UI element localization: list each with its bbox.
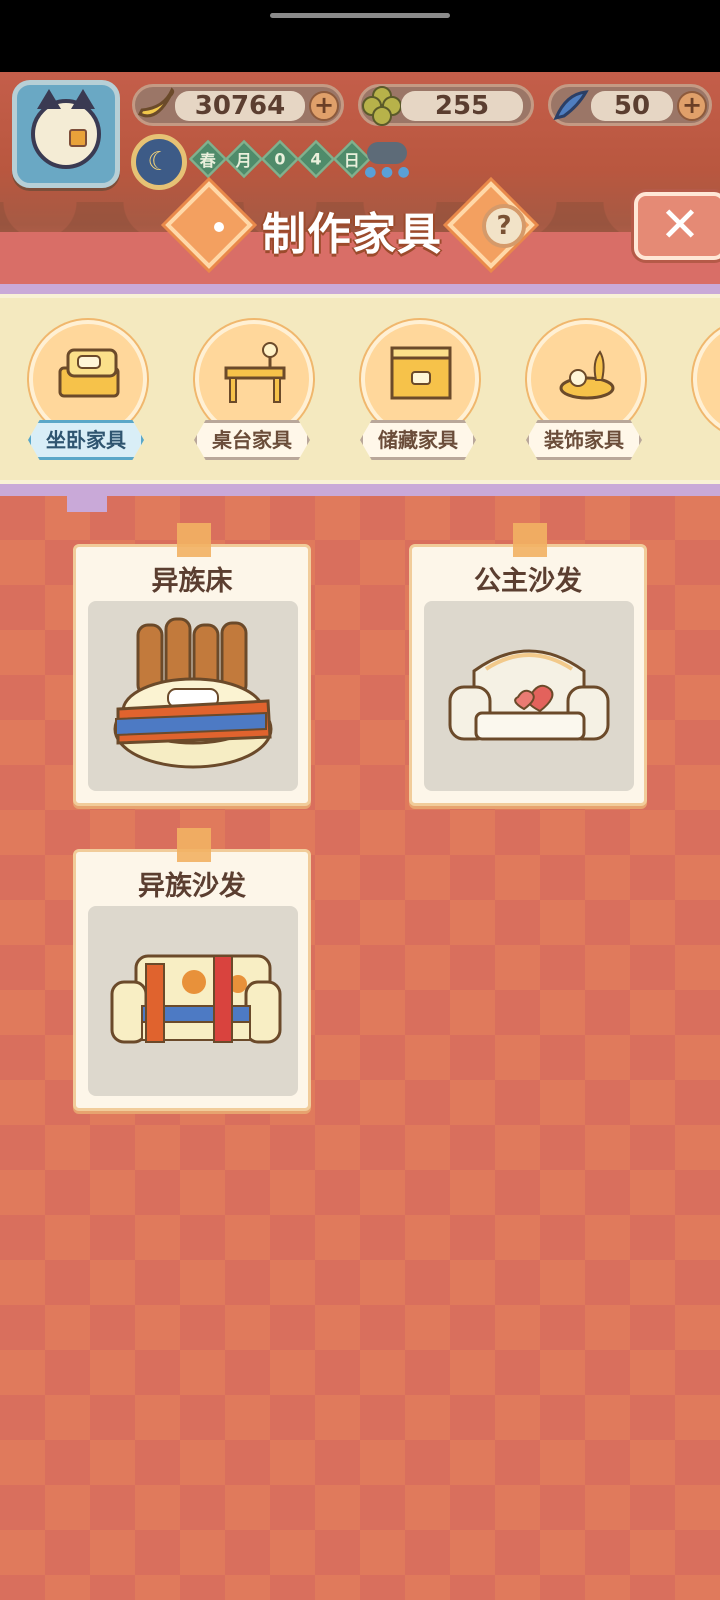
clover-value: 255	[401, 91, 523, 121]
item-card-exotic-sofa[interactable]: 异族沙发	[73, 828, 311, 1111]
fish-icon	[547, 81, 597, 131]
exotic-sofa-icon	[110, 954, 282, 1044]
date-digit-tens: 0	[274, 149, 286, 169]
avatar-badge-icon	[69, 129, 87, 147]
active-tab-indicator	[67, 488, 107, 512]
tab-bottom-divider	[0, 484, 720, 496]
date-month: 月	[236, 150, 252, 170]
item-card-princess-sofa[interactable]: 公主沙发	[409, 523, 647, 806]
date-day: 日	[344, 150, 360, 170]
tab-sitting-lying[interactable]: 坐卧家具	[24, 320, 150, 470]
add-fish-button[interactable]: +	[677, 91, 707, 121]
tab-label: 坐卧家具	[28, 420, 144, 460]
player-avatar[interactable]	[12, 80, 120, 188]
clover-counter: 255	[358, 84, 534, 126]
exotic-bed-icon	[113, 617, 273, 769]
tab-more[interactable]	[688, 320, 720, 470]
system-status-bar	[0, 0, 720, 72]
item-name: 异族床	[151, 566, 233, 597]
date-season: 春	[200, 150, 216, 170]
banner-diamond-left	[165, 181, 253, 269]
tab-label: 桌台家具	[194, 420, 310, 460]
tab-desk-table[interactable]: 桌台家具	[190, 320, 316, 470]
bed-icon	[58, 348, 120, 398]
tape-decoration	[177, 523, 211, 557]
item-card-exotic-bed[interactable]: 异族床	[73, 523, 311, 806]
tab-storage[interactable]: 储藏家具	[356, 320, 482, 470]
banana-icon	[131, 81, 181, 131]
item-art	[88, 601, 298, 791]
help-button[interactable]: ?	[482, 204, 526, 248]
title-banner: 制作家具 ?	[165, 172, 550, 284]
decor-icon	[559, 350, 615, 400]
princess-sofa-icon	[448, 649, 610, 741]
tab-label: 储藏家具	[360, 420, 476, 460]
banana-counter: 30764 +	[132, 84, 344, 126]
item-art	[88, 906, 298, 1096]
tab-label: 装饰家具	[526, 420, 642, 460]
tape-decoration	[513, 523, 547, 557]
item-name: 异族沙发	[138, 871, 246, 902]
item-art	[424, 601, 634, 791]
cabinet-icon	[390, 346, 452, 400]
tab-decoration[interactable]: 装饰家具	[522, 320, 648, 470]
tape-decoration	[177, 828, 211, 862]
tab-circle	[693, 320, 720, 438]
banner-dot-icon	[214, 222, 224, 232]
add-banana-button[interactable]: +	[309, 91, 339, 121]
close-button[interactable]: ✕	[634, 192, 720, 260]
fish-value: 50	[591, 91, 673, 121]
item-name: 公主沙发	[474, 566, 582, 597]
tab-top-divider	[0, 284, 720, 294]
page-title: 制作家具	[262, 209, 442, 260]
clover-icon	[357, 81, 407, 131]
desk-icon	[224, 342, 286, 403]
notch-indicator	[270, 13, 450, 18]
banana-value: 30764	[175, 91, 305, 121]
category-tabs: 坐卧家具 桌台家具 储藏家具 装饰家具	[0, 294, 720, 484]
fish-counter: 50 +	[548, 84, 712, 126]
cat-avatar-icon	[31, 89, 101, 169]
date-digit-ones: 4	[310, 149, 322, 169]
